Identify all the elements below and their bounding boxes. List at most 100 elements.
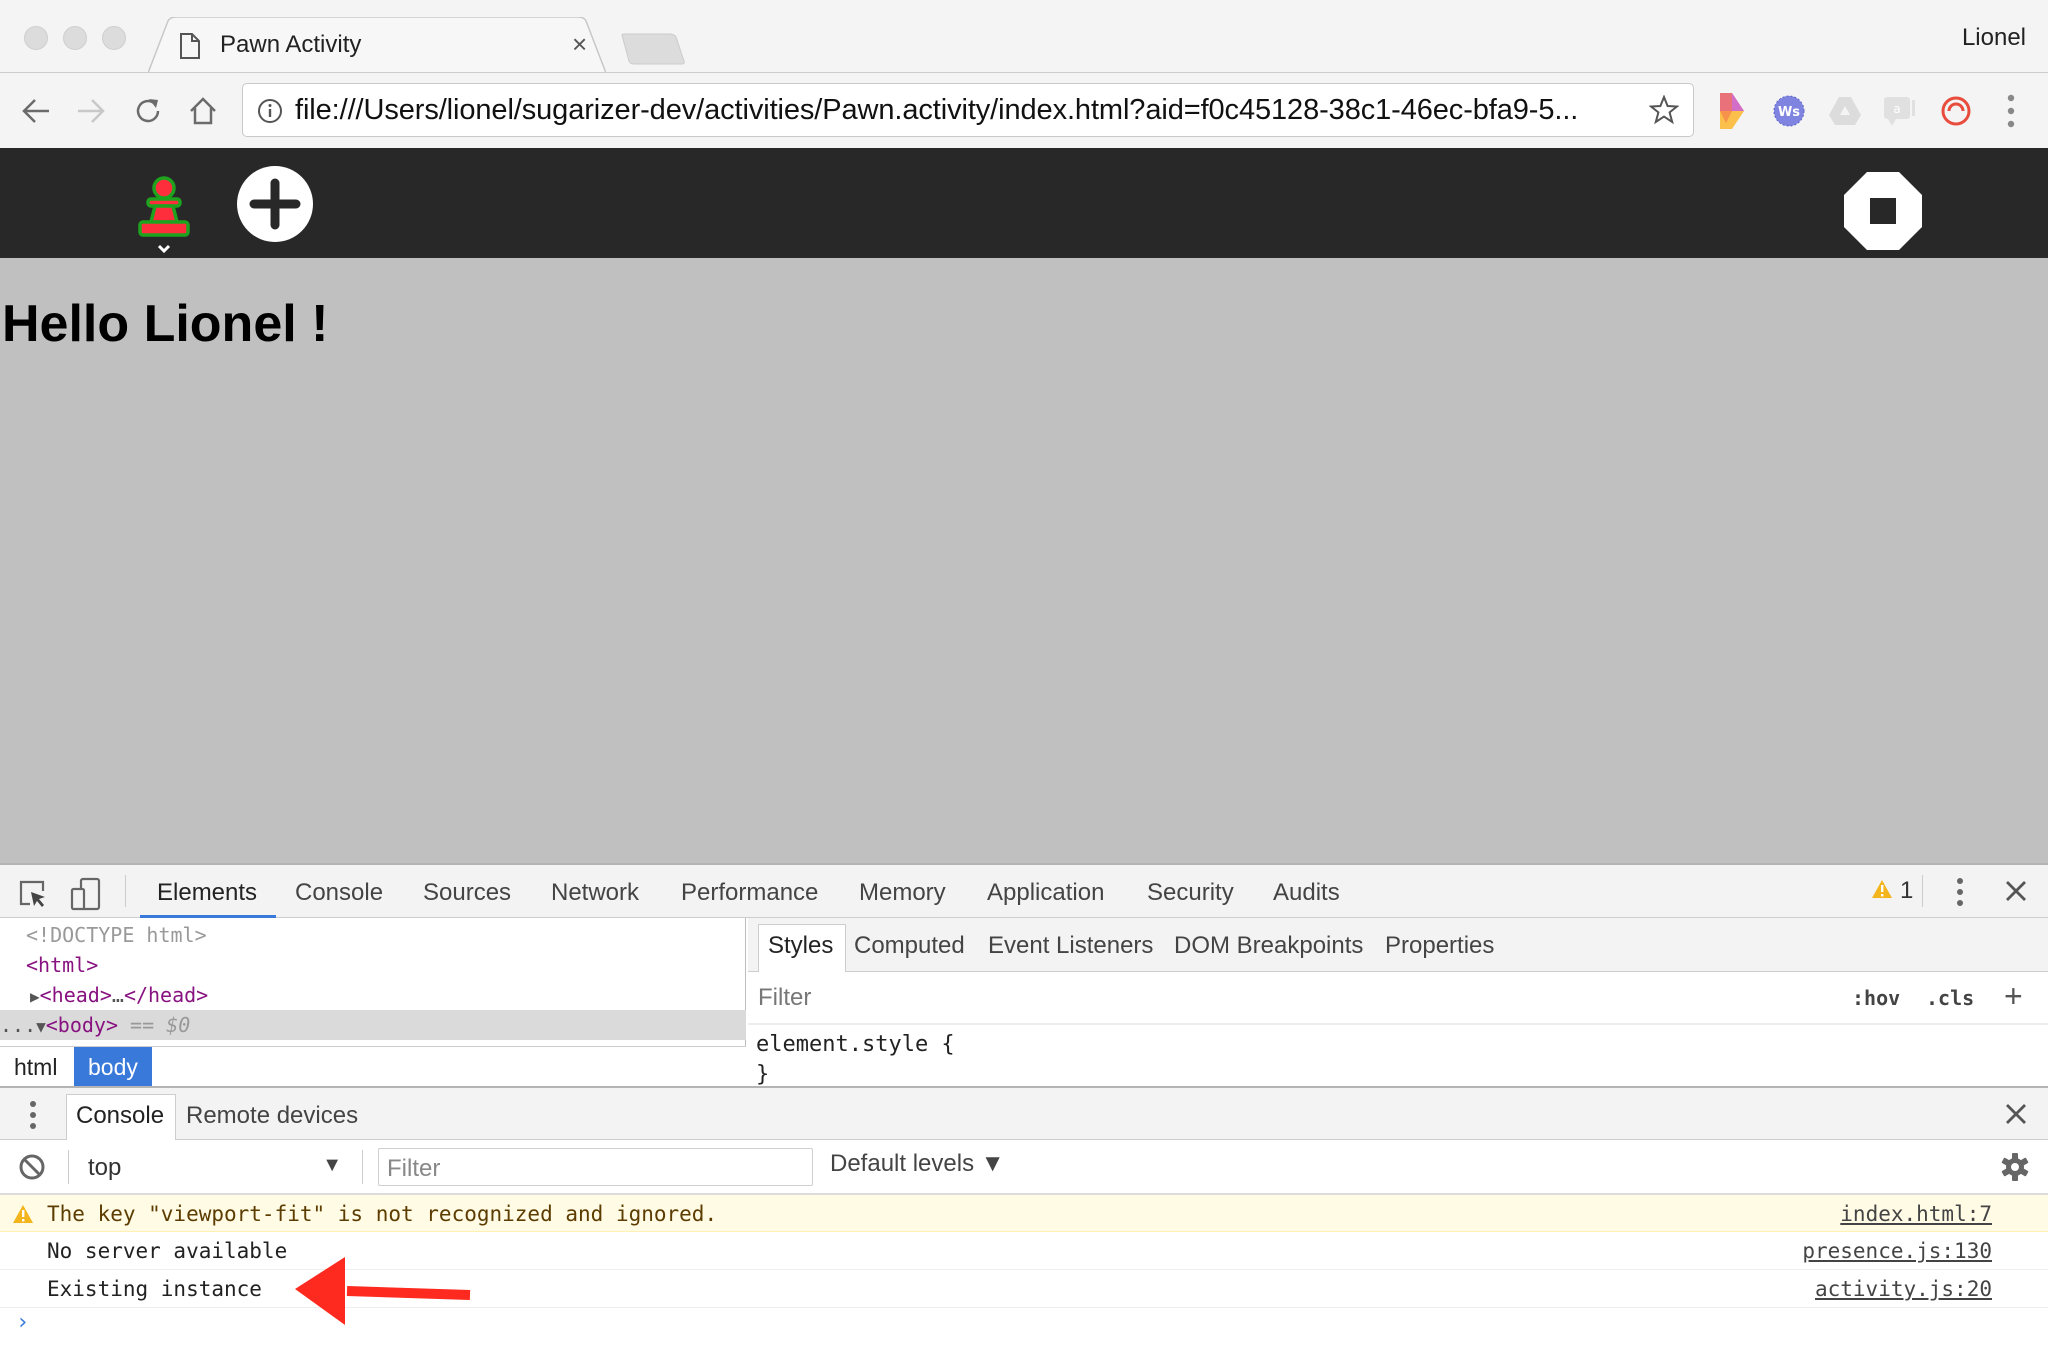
window-zoom-button[interactable] bbox=[102, 26, 126, 50]
console-filter-input[interactable]: Filter bbox=[378, 1148, 813, 1186]
tab-title: Pawn Activity bbox=[220, 31, 362, 58]
profile-name[interactable]: Lionel bbox=[1962, 24, 2026, 52]
head-close-tag: </head> bbox=[123, 983, 209, 1007]
activity-canvas: Hello Lionel ! bbox=[0, 258, 2048, 863]
tab-properties[interactable]: Properties bbox=[1385, 932, 1494, 960]
home-button[interactable] bbox=[185, 93, 221, 129]
bookmark-star-icon[interactable] bbox=[1649, 95, 1679, 125]
window-minimize-button[interactable] bbox=[63, 26, 87, 50]
message-source-link[interactable]: index.html:7 bbox=[1840, 1195, 1992, 1233]
console-settings-gear-icon[interactable] bbox=[2000, 1152, 2030, 1182]
stop-icon[interactable] bbox=[1844, 172, 1922, 250]
ws-extension-icon[interactable]: Ws bbox=[1773, 95, 1805, 127]
tab-elements[interactable]: Elements bbox=[157, 879, 257, 907]
address-bar[interactable]: file:///Users/lionel/sugarizer-dev/activ… bbox=[242, 83, 1694, 137]
tab-application[interactable]: Application bbox=[987, 879, 1104, 907]
warning-icon[interactable] bbox=[1871, 879, 1893, 899]
browser-tab-active[interactable]: Pawn Activity × bbox=[148, 17, 606, 73]
colorful-d-extension-icon[interactable] bbox=[1720, 93, 1744, 129]
tab-memory[interactable]: Memory bbox=[859, 879, 946, 907]
more-vert-icon[interactable] bbox=[2006, 93, 2016, 129]
drive-extension-icon[interactable] bbox=[1829, 97, 1861, 125]
tab-console[interactable]: Console bbox=[295, 879, 383, 907]
url-text[interactable]: file:///Users/lionel/sugarizer-dev/activ… bbox=[295, 94, 1578, 127]
forward-button[interactable] bbox=[73, 93, 109, 129]
home-icon bbox=[190, 97, 216, 125]
dom-node-body-selected[interactable]: ...▼<body> == $0 bbox=[0, 1010, 746, 1040]
collapse-triangle-icon[interactable]: ▼ bbox=[36, 1017, 46, 1036]
console-message-warning: The key "viewport-fit" is not recognized… bbox=[0, 1194, 2048, 1232]
close-devtools-icon[interactable] bbox=[2005, 880, 2027, 902]
styles-filter-placeholder: Filter bbox=[758, 984, 812, 1011]
hover-state-toggle[interactable]: :hov bbox=[1852, 986, 1900, 1010]
tab-network[interactable]: Network bbox=[551, 879, 639, 907]
node-actions-ellipsis[interactable]: ... bbox=[0, 1013, 36, 1037]
console-prompt[interactable]: › bbox=[16, 1310, 29, 1335]
drawer-tabbar: Console Remote devices bbox=[0, 1086, 2048, 1141]
tab-event-listeners[interactable]: Event Listeners bbox=[988, 932, 1153, 960]
red-arrow-annotation bbox=[295, 1257, 471, 1325]
browser-titlebar: Pawn Activity × Lionel bbox=[0, 0, 2048, 73]
context-value: top bbox=[88, 1154, 122, 1181]
message-source-link[interactable]: activity.js:20 bbox=[1815, 1270, 1992, 1308]
elements-tree: <!DOCTYPE html> <html> ▶<head>…</head> .… bbox=[0, 918, 746, 1087]
add-pawn-icon[interactable] bbox=[236, 165, 314, 243]
dom-node-html[interactable]: <html> bbox=[0, 950, 746, 980]
chat-extension-icon[interactable]: a bbox=[1884, 97, 1918, 127]
warning-count[interactable]: 1 bbox=[1900, 877, 1913, 905]
reload-button[interactable] bbox=[130, 93, 166, 129]
html-tag: <html> bbox=[26, 953, 99, 977]
message-source-link[interactable]: presence.js:130 bbox=[1802, 1232, 1992, 1270]
dollar-zero-ref: $0 bbox=[166, 1013, 191, 1037]
head-ellipsis[interactable]: … bbox=[112, 983, 124, 1007]
message-text: Existing instance bbox=[47, 1277, 262, 1301]
greeting-heading: Hello Lionel ! bbox=[2, 295, 329, 353]
class-toggle[interactable]: .cls bbox=[1926, 986, 1974, 1010]
back-button[interactable] bbox=[18, 93, 54, 129]
breadcrumb: html body bbox=[0, 1046, 746, 1087]
styles-filter-input[interactable]: Filter :hov .cls + bbox=[748, 972, 2048, 1025]
devtools-menu-icon[interactable] bbox=[1955, 877, 1965, 907]
styles-sidebar: Styles Computed Event Listeners DOM Brea… bbox=[748, 918, 2048, 1087]
pawn-activity-icon[interactable] bbox=[137, 174, 191, 244]
styles-tabbar: Styles Computed Event Listeners DOM Brea… bbox=[748, 918, 2048, 972]
log-levels-dropdown[interactable]: Default levels ▼ bbox=[830, 1150, 1005, 1178]
context-select[interactable]: top ▼ bbox=[66, 1148, 346, 1186]
info-icon[interactable] bbox=[257, 98, 283, 124]
new-tab-button[interactable] bbox=[620, 33, 686, 65]
dom-node-doctype[interactable]: <!DOCTYPE html> bbox=[0, 920, 746, 950]
tab-dom-breakpoints[interactable]: DOM Breakpoints bbox=[1174, 932, 1363, 960]
equals-sign: == bbox=[118, 1013, 167, 1037]
element-style-rule[interactable]: element.style { } bbox=[756, 1030, 955, 1090]
tab-security[interactable]: Security bbox=[1147, 879, 1234, 907]
drawer-tab-remote-devices[interactable]: Remote devices bbox=[186, 1102, 358, 1130]
breadcrumb-html[interactable]: html bbox=[0, 1047, 71, 1087]
breadcrumb-body[interactable]: body bbox=[74, 1047, 152, 1087]
chevron-down-icon[interactable] bbox=[157, 244, 171, 254]
dom-node-head[interactable]: ▶<head>…</head> bbox=[0, 980, 746, 1010]
warning-icon bbox=[13, 1205, 33, 1223]
message-text: No server available bbox=[47, 1239, 288, 1263]
tab-close-icon[interactable]: × bbox=[572, 31, 587, 57]
tab-performance[interactable]: Performance bbox=[681, 879, 818, 907]
svg-text:a: a bbox=[1893, 102, 1900, 116]
expand-triangle-icon[interactable]: ▶ bbox=[30, 987, 40, 1006]
console-filter-placeholder: Filter bbox=[387, 1155, 441, 1182]
close-drawer-icon[interactable] bbox=[2005, 1103, 2027, 1125]
forward-icon bbox=[78, 99, 105, 123]
new-style-rule-button[interactable]: + bbox=[2004, 978, 2023, 1015]
spiral-extension-icon[interactable] bbox=[1940, 95, 1972, 127]
tab-audits[interactable]: Audits bbox=[1273, 879, 1340, 907]
inspect-element-icon[interactable] bbox=[18, 879, 48, 909]
window-close-button[interactable] bbox=[24, 26, 48, 50]
drawer-tab-console[interactable]: Console bbox=[76, 1102, 164, 1130]
tab-computed[interactable]: Computed bbox=[854, 932, 965, 960]
clear-console-icon[interactable] bbox=[18, 1153, 46, 1181]
devtools-tabbar: Elements Console Sources Network Perform… bbox=[0, 865, 2048, 918]
browser-navbar: file:///Users/lionel/sugarizer-dev/activ… bbox=[0, 72, 2048, 148]
tab-styles[interactable]: Styles bbox=[768, 932, 833, 960]
device-toolbar-icon[interactable] bbox=[70, 877, 102, 911]
tab-sources[interactable]: Sources bbox=[423, 879, 511, 907]
body-tag: <body> bbox=[45, 1013, 119, 1037]
drawer-menu-icon[interactable] bbox=[28, 1100, 38, 1130]
